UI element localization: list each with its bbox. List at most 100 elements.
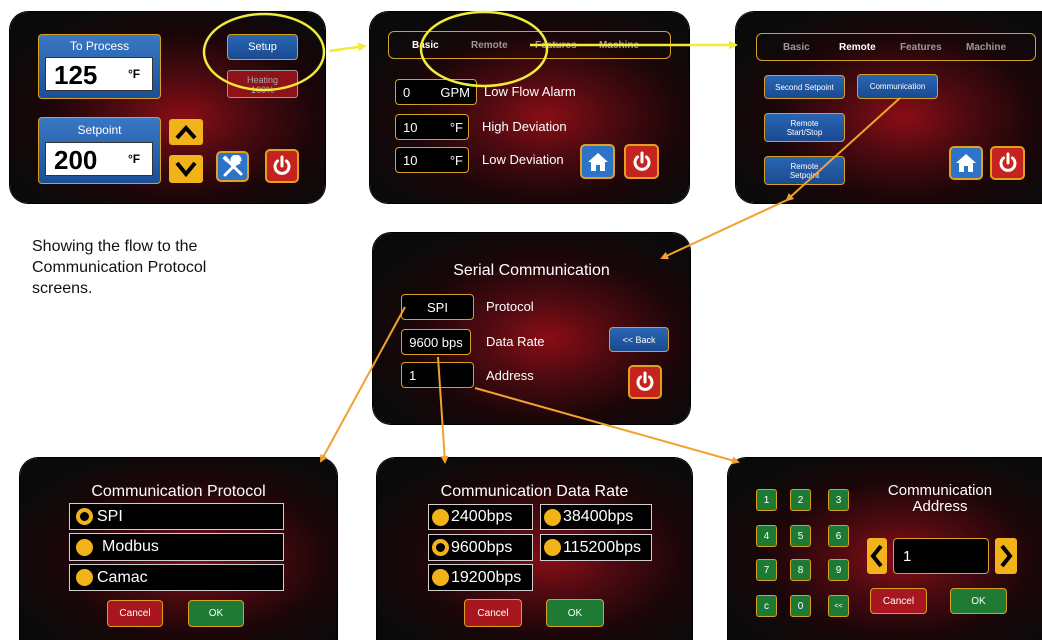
key-3[interactable]: 3 bbox=[828, 489, 849, 511]
second-setpoint-button[interactable]: Second Setpoint bbox=[764, 75, 845, 99]
option-label: 9600bps bbox=[451, 538, 513, 556]
power-icon bbox=[636, 371, 654, 391]
cancel-label: Cancel bbox=[882, 595, 915, 607]
tab-remote[interactable]: Remote bbox=[839, 42, 876, 53]
tab-features[interactable]: Features bbox=[900, 42, 942, 53]
rate-option-9600[interactable]: 9600bps bbox=[428, 534, 533, 561]
high-deviation-field[interactable]: 10 °F bbox=[395, 114, 469, 140]
key-label: c bbox=[764, 600, 769, 612]
tab-basic[interactable]: Basic bbox=[783, 42, 810, 53]
data-rate-field[interactable]: 9600 bps bbox=[401, 329, 471, 355]
rate-option-115200[interactable]: 115200bps bbox=[540, 534, 652, 561]
low-flow-field[interactable]: 0 GPM bbox=[395, 79, 477, 105]
ok-button[interactable]: OK bbox=[188, 600, 244, 627]
caption-line: screens. bbox=[32, 280, 93, 297]
key-clear[interactable]: c bbox=[756, 595, 777, 617]
remote-setpoint-label: Remote Setpoint bbox=[789, 161, 820, 180]
key-backspace[interactable]: << bbox=[828, 595, 849, 617]
rate-option-19200[interactable]: 19200bps bbox=[428, 564, 533, 591]
communication-button[interactable]: Communication bbox=[857, 74, 938, 99]
setpoint-display[interactable]: 200 °F bbox=[45, 142, 153, 176]
address-input-value: 1 bbox=[903, 547, 912, 565]
setpoint-down-button[interactable] bbox=[169, 155, 203, 183]
key-label: 3 bbox=[835, 494, 842, 506]
home-icon bbox=[956, 154, 976, 172]
address-input[interactable]: 1 bbox=[893, 538, 989, 574]
decrement-button[interactable] bbox=[867, 538, 887, 574]
serial-screen: Serial Communication SPI Protocol 9600 b… bbox=[373, 233, 690, 424]
to-process-display: 125 °F bbox=[45, 57, 153, 91]
remote-start-stop-button[interactable]: Remote Start/Stop bbox=[764, 113, 845, 142]
home-button[interactable] bbox=[580, 144, 615, 179]
address-field[interactable]: 1 bbox=[401, 362, 474, 388]
key-2[interactable]: 2 bbox=[790, 489, 811, 511]
ok-label: OK bbox=[567, 607, 583, 619]
protocol-option-spi[interactable]: SPI bbox=[69, 503, 284, 530]
tab-basic[interactable]: Basic bbox=[412, 40, 439, 51]
to-process-label: To Process bbox=[69, 39, 130, 53]
low-flow-unit: GPM bbox=[440, 84, 470, 100]
cancel-button[interactable]: Cancel bbox=[107, 600, 163, 627]
remote-screen: Basic Remote Features Machine Second Set… bbox=[736, 12, 1042, 203]
key-label: 4 bbox=[763, 530, 770, 542]
key-7[interactable]: 7 bbox=[756, 559, 777, 581]
ok-button[interactable]: OK bbox=[546, 599, 604, 627]
key-8[interactable]: 8 bbox=[790, 559, 811, 581]
key-0[interactable]: 0 bbox=[790, 595, 811, 617]
key-label: << bbox=[834, 602, 843, 610]
key-9[interactable]: 9 bbox=[828, 559, 849, 581]
rate-option-2400[interactable]: 2400bps bbox=[428, 504, 533, 530]
heating-status: Heating 100% bbox=[227, 70, 298, 98]
protocol-field[interactable]: SPI bbox=[401, 294, 474, 320]
setpoint-panel[interactable]: Setpoint 200 °F bbox=[38, 117, 161, 184]
rate-option-38400[interactable]: 38400bps bbox=[540, 504, 652, 530]
low-deviation-unit: °F bbox=[449, 152, 463, 168]
option-label: Camac bbox=[97, 568, 148, 586]
remote-start-stop-label: Remote Start/Stop bbox=[786, 118, 823, 137]
home-button[interactable] bbox=[949, 146, 983, 180]
heating-label: Heating bbox=[246, 75, 279, 85]
key-6[interactable]: 6 bbox=[828, 525, 849, 547]
radio-icon bbox=[544, 508, 561, 526]
chevron-down-icon bbox=[175, 161, 197, 178]
low-deviation-field[interactable]: 10 °F bbox=[395, 147, 469, 173]
power-button[interactable] bbox=[624, 144, 659, 179]
protocol-label: Protocol bbox=[486, 299, 534, 314]
protocol-screen: Communication Protocol SPI Modbus Camac … bbox=[20, 458, 337, 640]
address-value: 1 bbox=[409, 367, 417, 383]
tab-remote[interactable]: Remote bbox=[471, 40, 508, 51]
option-label: SPI bbox=[97, 507, 123, 525]
power-button[interactable] bbox=[990, 146, 1025, 180]
second-setpoint-label: Second Setpoint bbox=[775, 82, 834, 92]
data-rate-screen: Communication Data Rate 2400bps 9600bps … bbox=[377, 458, 692, 640]
address-label: Address bbox=[486, 368, 534, 383]
key-4[interactable]: 4 bbox=[756, 525, 777, 547]
protocol-option-modbus[interactable]: Modbus bbox=[69, 533, 284, 561]
ok-button[interactable]: OK bbox=[950, 588, 1007, 614]
cancel-button[interactable]: Cancel bbox=[870, 588, 927, 614]
tab-machine[interactable]: Machine bbox=[966, 42, 1006, 53]
tools-button[interactable] bbox=[216, 151, 249, 182]
cancel-button[interactable]: Cancel bbox=[464, 599, 522, 627]
protocol-option-camac[interactable]: Camac bbox=[69, 564, 284, 591]
setpoint-up-button[interactable] bbox=[169, 119, 203, 145]
option-label: Modbus bbox=[102, 538, 159, 555]
home-icon bbox=[587, 152, 608, 171]
low-flow-value: 0 bbox=[403, 84, 411, 100]
protocol-value: SPI bbox=[427, 299, 448, 315]
key-1[interactable]: 1 bbox=[756, 489, 777, 511]
increment-button[interactable] bbox=[995, 538, 1017, 574]
power-button[interactable] bbox=[628, 365, 662, 399]
to-process-panel: To Process 125 °F bbox=[38, 34, 161, 99]
back-button[interactable]: << Back bbox=[609, 327, 669, 352]
tab-machine[interactable]: Machine bbox=[599, 40, 639, 51]
key-label: 8 bbox=[797, 564, 804, 576]
setup-button[interactable]: Setup bbox=[227, 34, 298, 60]
tab-features[interactable]: Features bbox=[535, 40, 577, 51]
remote-setpoint-button[interactable]: Remote Setpoint bbox=[764, 156, 845, 185]
power-button[interactable] bbox=[265, 149, 299, 183]
key-label: 9 bbox=[835, 564, 842, 576]
chevron-right-icon bbox=[1000, 544, 1013, 568]
key-5[interactable]: 5 bbox=[790, 525, 811, 547]
data-rate-value: 9600 bps bbox=[409, 334, 463, 350]
